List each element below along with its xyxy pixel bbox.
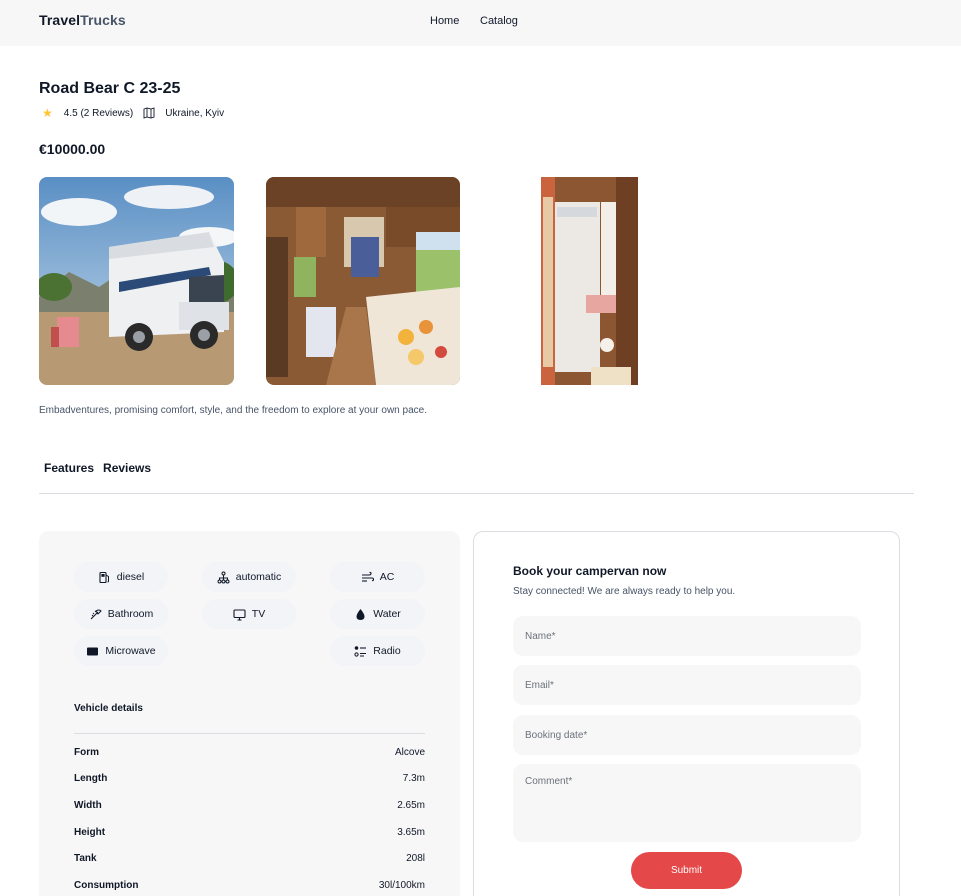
radio-icon — [354, 645, 367, 657]
feature-chip-label: Bathroom — [107, 608, 154, 620]
feature-chip-label: Water — [373, 608, 401, 620]
comment-textarea[interactable] — [513, 764, 861, 842]
nav-catalog-link[interactable]: Catalog — [480, 15, 518, 27]
email-input[interactable] — [513, 665, 861, 705]
site-header: TravelTrucks Home Catalog — [0, 0, 961, 46]
microwave-icon — [87, 647, 99, 655]
reviews-link[interactable]: 4.5 (2 Reviews) — [64, 108, 133, 119]
feature-chip-tv: TV — [202, 599, 296, 629]
logo-travel: Travel — [39, 12, 81, 28]
feature-chip-ac: AC — [330, 562, 425, 592]
fuel-pump-icon — [99, 571, 109, 583]
map-icon — [143, 107, 155, 119]
feature-chip-label: Microwave — [105, 645, 156, 657]
feature-chip-label: automatic — [235, 571, 282, 583]
gallery-photo-exterior[interactable] — [39, 177, 234, 385]
feature-chip-bathroom: Bathroom — [74, 599, 168, 629]
name-input[interactable] — [513, 616, 861, 656]
feature-chip-radio: Radio — [330, 636, 425, 666]
submit-button[interactable]: Submit — [631, 852, 742, 889]
camper-description: Embadventures, promising comfort, style,… — [39, 405, 427, 416]
tab-reviews[interactable]: Reviews — [103, 461, 151, 475]
logo-trucks: Trucks — [80, 12, 126, 28]
booking-form: Book your campervan now Stay connected! … — [473, 531, 900, 896]
transmission-icon — [217, 571, 230, 583]
features-panel: diesel automatic AC Bathroom TV Water Mi… — [39, 531, 460, 896]
detail-key: Tank — [74, 853, 97, 864]
feature-chip-diesel: diesel — [74, 562, 168, 592]
detail-key: Form — [74, 747, 99, 758]
gallery-photo-bathroom[interactable] — [541, 177, 638, 385]
water-drop-icon — [356, 608, 365, 620]
feature-chip-label: TV — [251, 608, 266, 620]
detail-row-height: Height 3.65m — [74, 827, 425, 838]
detail-row-length: Length 7.3m — [74, 773, 425, 784]
booking-subtitle: Stay connected! We are always ready to h… — [513, 586, 736, 597]
location-text: Ukraine, Kyiv — [165, 107, 225, 119]
price: €10000.00 — [39, 141, 106, 157]
vehicle-details-title: Vehicle details — [74, 703, 143, 714]
booking-title: Book your campervan now — [513, 564, 667, 578]
vehicle-details-divider — [74, 733, 425, 734]
detail-value: Alcove — [394, 747, 425, 758]
detail-key: Consumption — [74, 880, 139, 891]
detail-row-form: Form Alcove — [74, 747, 425, 758]
detail-row-consumption: Consumption 30l/100km — [74, 880, 425, 891]
feature-chip-label: diesel — [116, 571, 145, 583]
detail-row-width: Width 2.65m — [74, 800, 425, 811]
tab-features[interactable]: Features — [44, 461, 94, 475]
detail-row-tank: Tank 208l — [74, 853, 425, 864]
star-icon: ★ — [42, 106, 53, 120]
detail-value: 208l — [406, 853, 425, 864]
rating-location-row: ★ 4.5 (2 Reviews) Ukraine, Kyiv — [42, 106, 224, 120]
shower-icon — [90, 609, 102, 619]
logo[interactable]: TravelTrucks — [39, 12, 126, 28]
feature-chip-automatic: automatic — [202, 562, 296, 592]
detail-value: 2.65m — [397, 800, 425, 811]
nav-home-link[interactable]: Home — [430, 15, 459, 27]
wind-icon — [361, 571, 374, 582]
feature-chip-label: AC — [379, 571, 395, 583]
booking-date-input[interactable] — [513, 715, 861, 755]
detail-key: Width — [74, 800, 102, 811]
camper-title: Road Bear C 23-25 — [39, 80, 181, 97]
tabs-divider — [39, 493, 914, 494]
detail-key: Height — [74, 827, 106, 838]
detail-value: 3.65m — [397, 827, 425, 838]
feature-chip-label: Radio — [373, 645, 401, 657]
detail-value: 7.3m — [402, 773, 425, 784]
tv-icon — [233, 608, 246, 621]
detail-key: Length — [74, 773, 108, 784]
details-tabs: Features Reviews — [44, 461, 151, 475]
gallery-photo-interior[interactable] — [266, 177, 460, 385]
feature-chip-microwave: Microwave — [74, 636, 168, 666]
detail-value: 30l/100km — [378, 880, 425, 891]
feature-chip-water: Water — [330, 599, 425, 629]
